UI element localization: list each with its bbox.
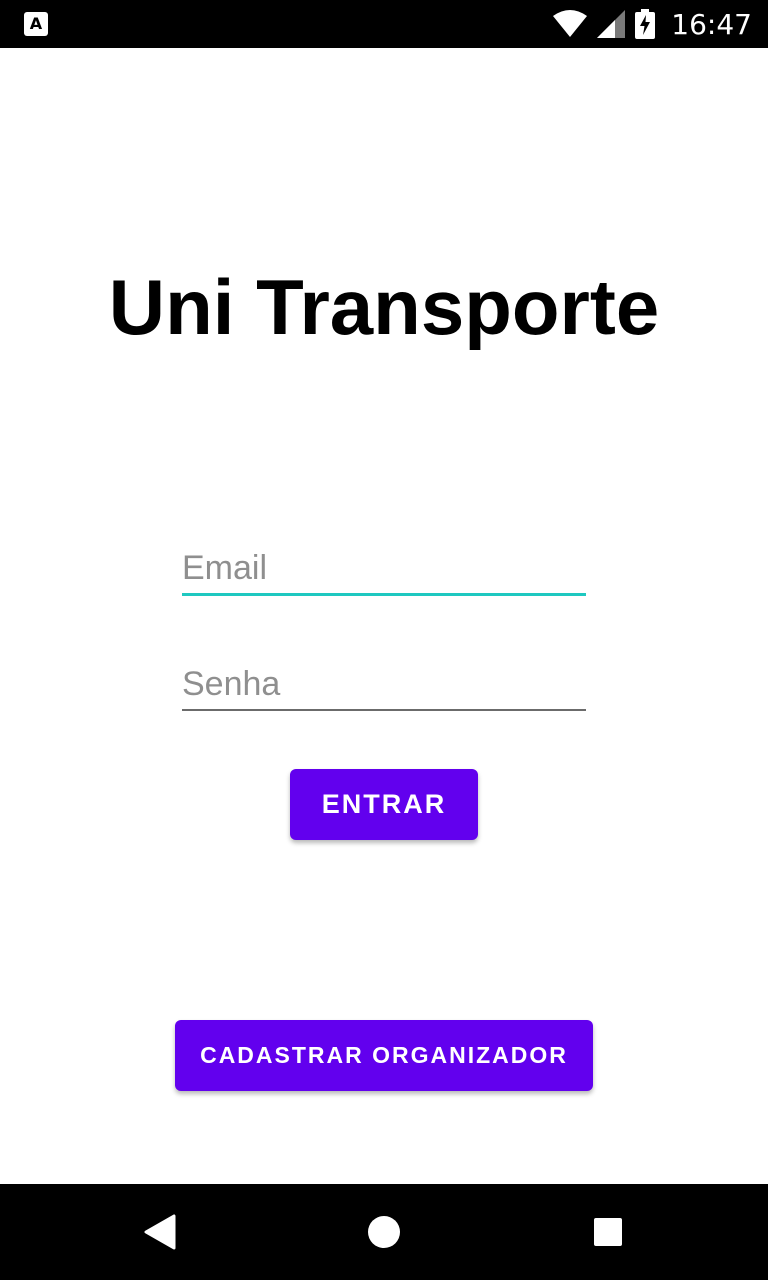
recents-icon [593, 1217, 623, 1247]
password-field-underline [182, 709, 586, 711]
recents-button[interactable] [560, 1184, 656, 1280]
login-button[interactable]: ENTRAR [290, 769, 478, 840]
wifi-icon [553, 10, 588, 38]
register-organizer-button[interactable]: CADASTRAR ORGANIZADOR [175, 1020, 593, 1091]
home-icon [367, 1215, 401, 1249]
app-title: Uni Transporte [108, 263, 660, 351]
accessibility-icon-letter: A [29, 14, 43, 33]
navigation-bar [0, 1184, 768, 1280]
password-field-container [182, 656, 586, 716]
back-button[interactable] [112, 1184, 208, 1280]
status-right-group: 16:47 [553, 0, 752, 48]
email-field-container [182, 540, 586, 600]
email-field-underline [182, 593, 586, 596]
back-icon [144, 1214, 176, 1250]
status-bar: A 16:47 [0, 0, 768, 48]
battery-charging-icon [635, 9, 656, 39]
home-button[interactable] [336, 1184, 432, 1280]
email-field[interactable] [182, 540, 586, 596]
signal-icon [597, 10, 626, 38]
password-field[interactable] [182, 656, 586, 712]
status-time: 16:47 [671, 7, 752, 41]
accessibility-icon: A [24, 12, 48, 36]
